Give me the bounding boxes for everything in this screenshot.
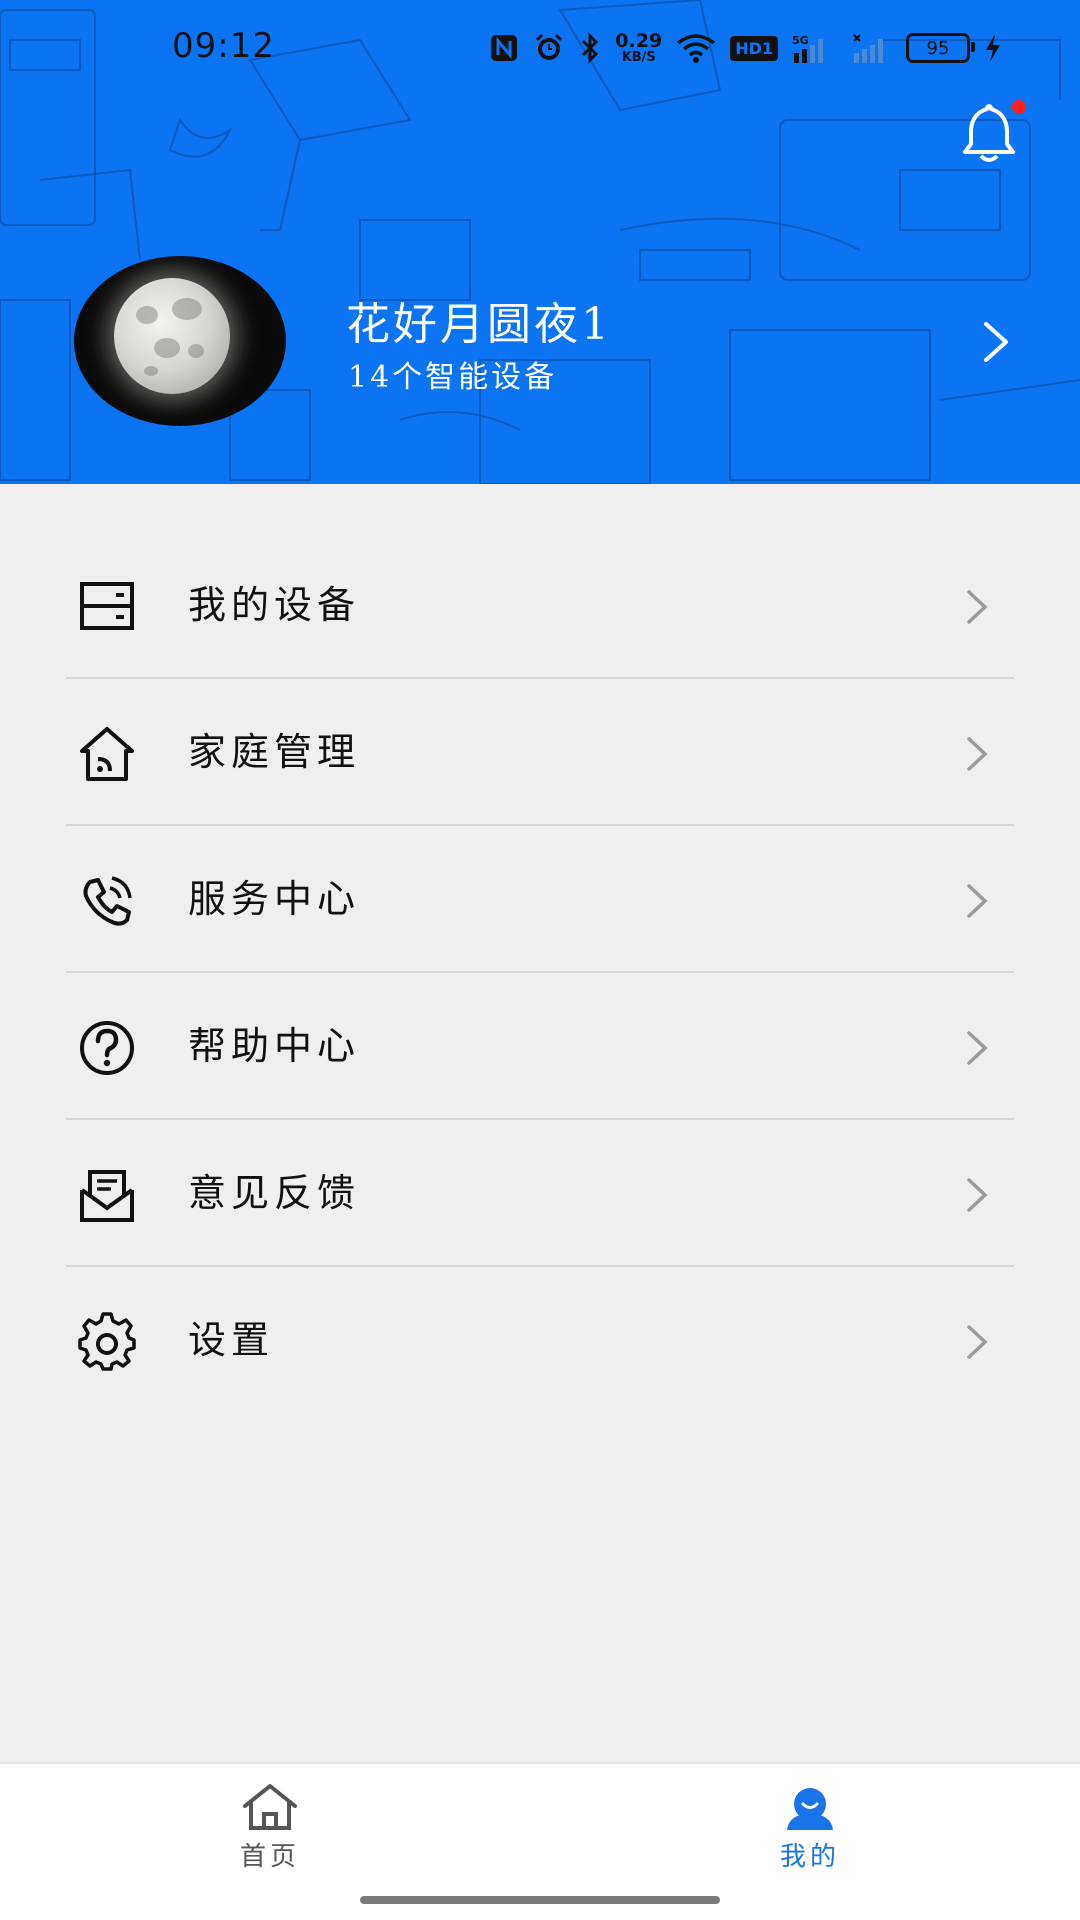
menu-item-help-center[interactable]: 帮助中心 xyxy=(66,973,1014,1120)
profile-chevron-right-icon[interactable] xyxy=(980,320,1012,364)
moon-image xyxy=(114,278,230,394)
signal-bars-icon xyxy=(852,33,892,63)
status-icons: 0.29 KB/S HD1 5G 95 xyxy=(489,28,1002,68)
tab-mine[interactable]: 我的 xyxy=(730,1782,890,1882)
menu-item-my-devices[interactable]: 我的设备 xyxy=(66,532,1014,679)
menu-label: 帮助中心 xyxy=(188,1024,361,1068)
status-bar: 09:12 0.29 KB/S HD1 5G 95 xyxy=(0,0,1080,100)
menu-list: 我的设备 家庭管理 服务中心 帮助中心 意见反馈 设置 xyxy=(66,532,1014,1414)
alarm-icon xyxy=(533,32,565,64)
profile-name[interactable]: 花好月圆夜1 xyxy=(346,288,612,352)
signal-5g-icon: 5G xyxy=(792,33,838,63)
network-speed: 0.29 KB/S xyxy=(615,30,663,65)
user-icon xyxy=(787,1788,833,1830)
menu-item-feedback[interactable]: 意见反馈 xyxy=(66,1120,1014,1267)
charging-icon xyxy=(984,33,1002,63)
avatar[interactable] xyxy=(74,256,286,426)
chevron-right-icon xyxy=(967,884,988,918)
menu-label: 家庭管理 xyxy=(188,730,361,774)
nfc-icon xyxy=(489,33,519,63)
home-icon xyxy=(243,1784,297,1830)
devices-icon xyxy=(80,582,134,630)
chevron-right-icon xyxy=(967,737,988,771)
menu-item-settings[interactable]: 设置 xyxy=(66,1267,1014,1414)
wifi-icon xyxy=(676,33,716,63)
profile-header: 09:12 0.29 KB/S HD1 5G 95 花好月圆夜1 14个智能设备 xyxy=(0,0,1080,484)
chevron-right-icon xyxy=(967,1178,988,1212)
notification-dot xyxy=(1012,100,1026,114)
bluetooth-icon xyxy=(579,32,601,64)
menu-item-service-center[interactable]: 服务中心 xyxy=(66,826,1014,973)
chevron-right-icon xyxy=(967,590,988,624)
tab-home[interactable]: 首页 xyxy=(190,1782,350,1882)
menu-label: 我的设备 xyxy=(188,583,361,627)
hd-badge: HD1 xyxy=(730,35,778,61)
battery-indicator: 95 xyxy=(906,33,975,63)
chevron-right-icon xyxy=(967,1031,988,1065)
tab-mine-label: 我的 xyxy=(779,1842,840,1872)
home-indicator-bar[interactable] xyxy=(360,1896,720,1904)
status-time: 09:12 xyxy=(172,26,275,66)
home-manage-icon xyxy=(80,727,134,781)
gear-icon xyxy=(78,1312,136,1371)
tab-home-label: 首页 xyxy=(239,1842,300,1872)
svg-text:5G: 5G xyxy=(792,34,809,47)
feedback-mail-icon xyxy=(80,1170,134,1222)
menu-label: 设置 xyxy=(188,1318,275,1362)
phone-service-icon xyxy=(83,876,132,926)
chevron-right-icon xyxy=(967,1325,988,1359)
device-count: 14个智能设备 xyxy=(348,360,558,395)
menu-label: 意见反馈 xyxy=(188,1171,361,1215)
profile-screen: 09:12 0.29 KB/S HD1 5G 95 花好月圆夜1 14个智能设备… xyxy=(0,0,1080,1920)
help-icon xyxy=(80,1021,134,1075)
network-speed-value: 0.29 xyxy=(615,30,663,52)
network-speed-unit: KB/S xyxy=(621,50,656,65)
menu-item-family-management[interactable]: 家庭管理 xyxy=(66,679,1014,826)
menu-label: 服务中心 xyxy=(188,877,361,921)
